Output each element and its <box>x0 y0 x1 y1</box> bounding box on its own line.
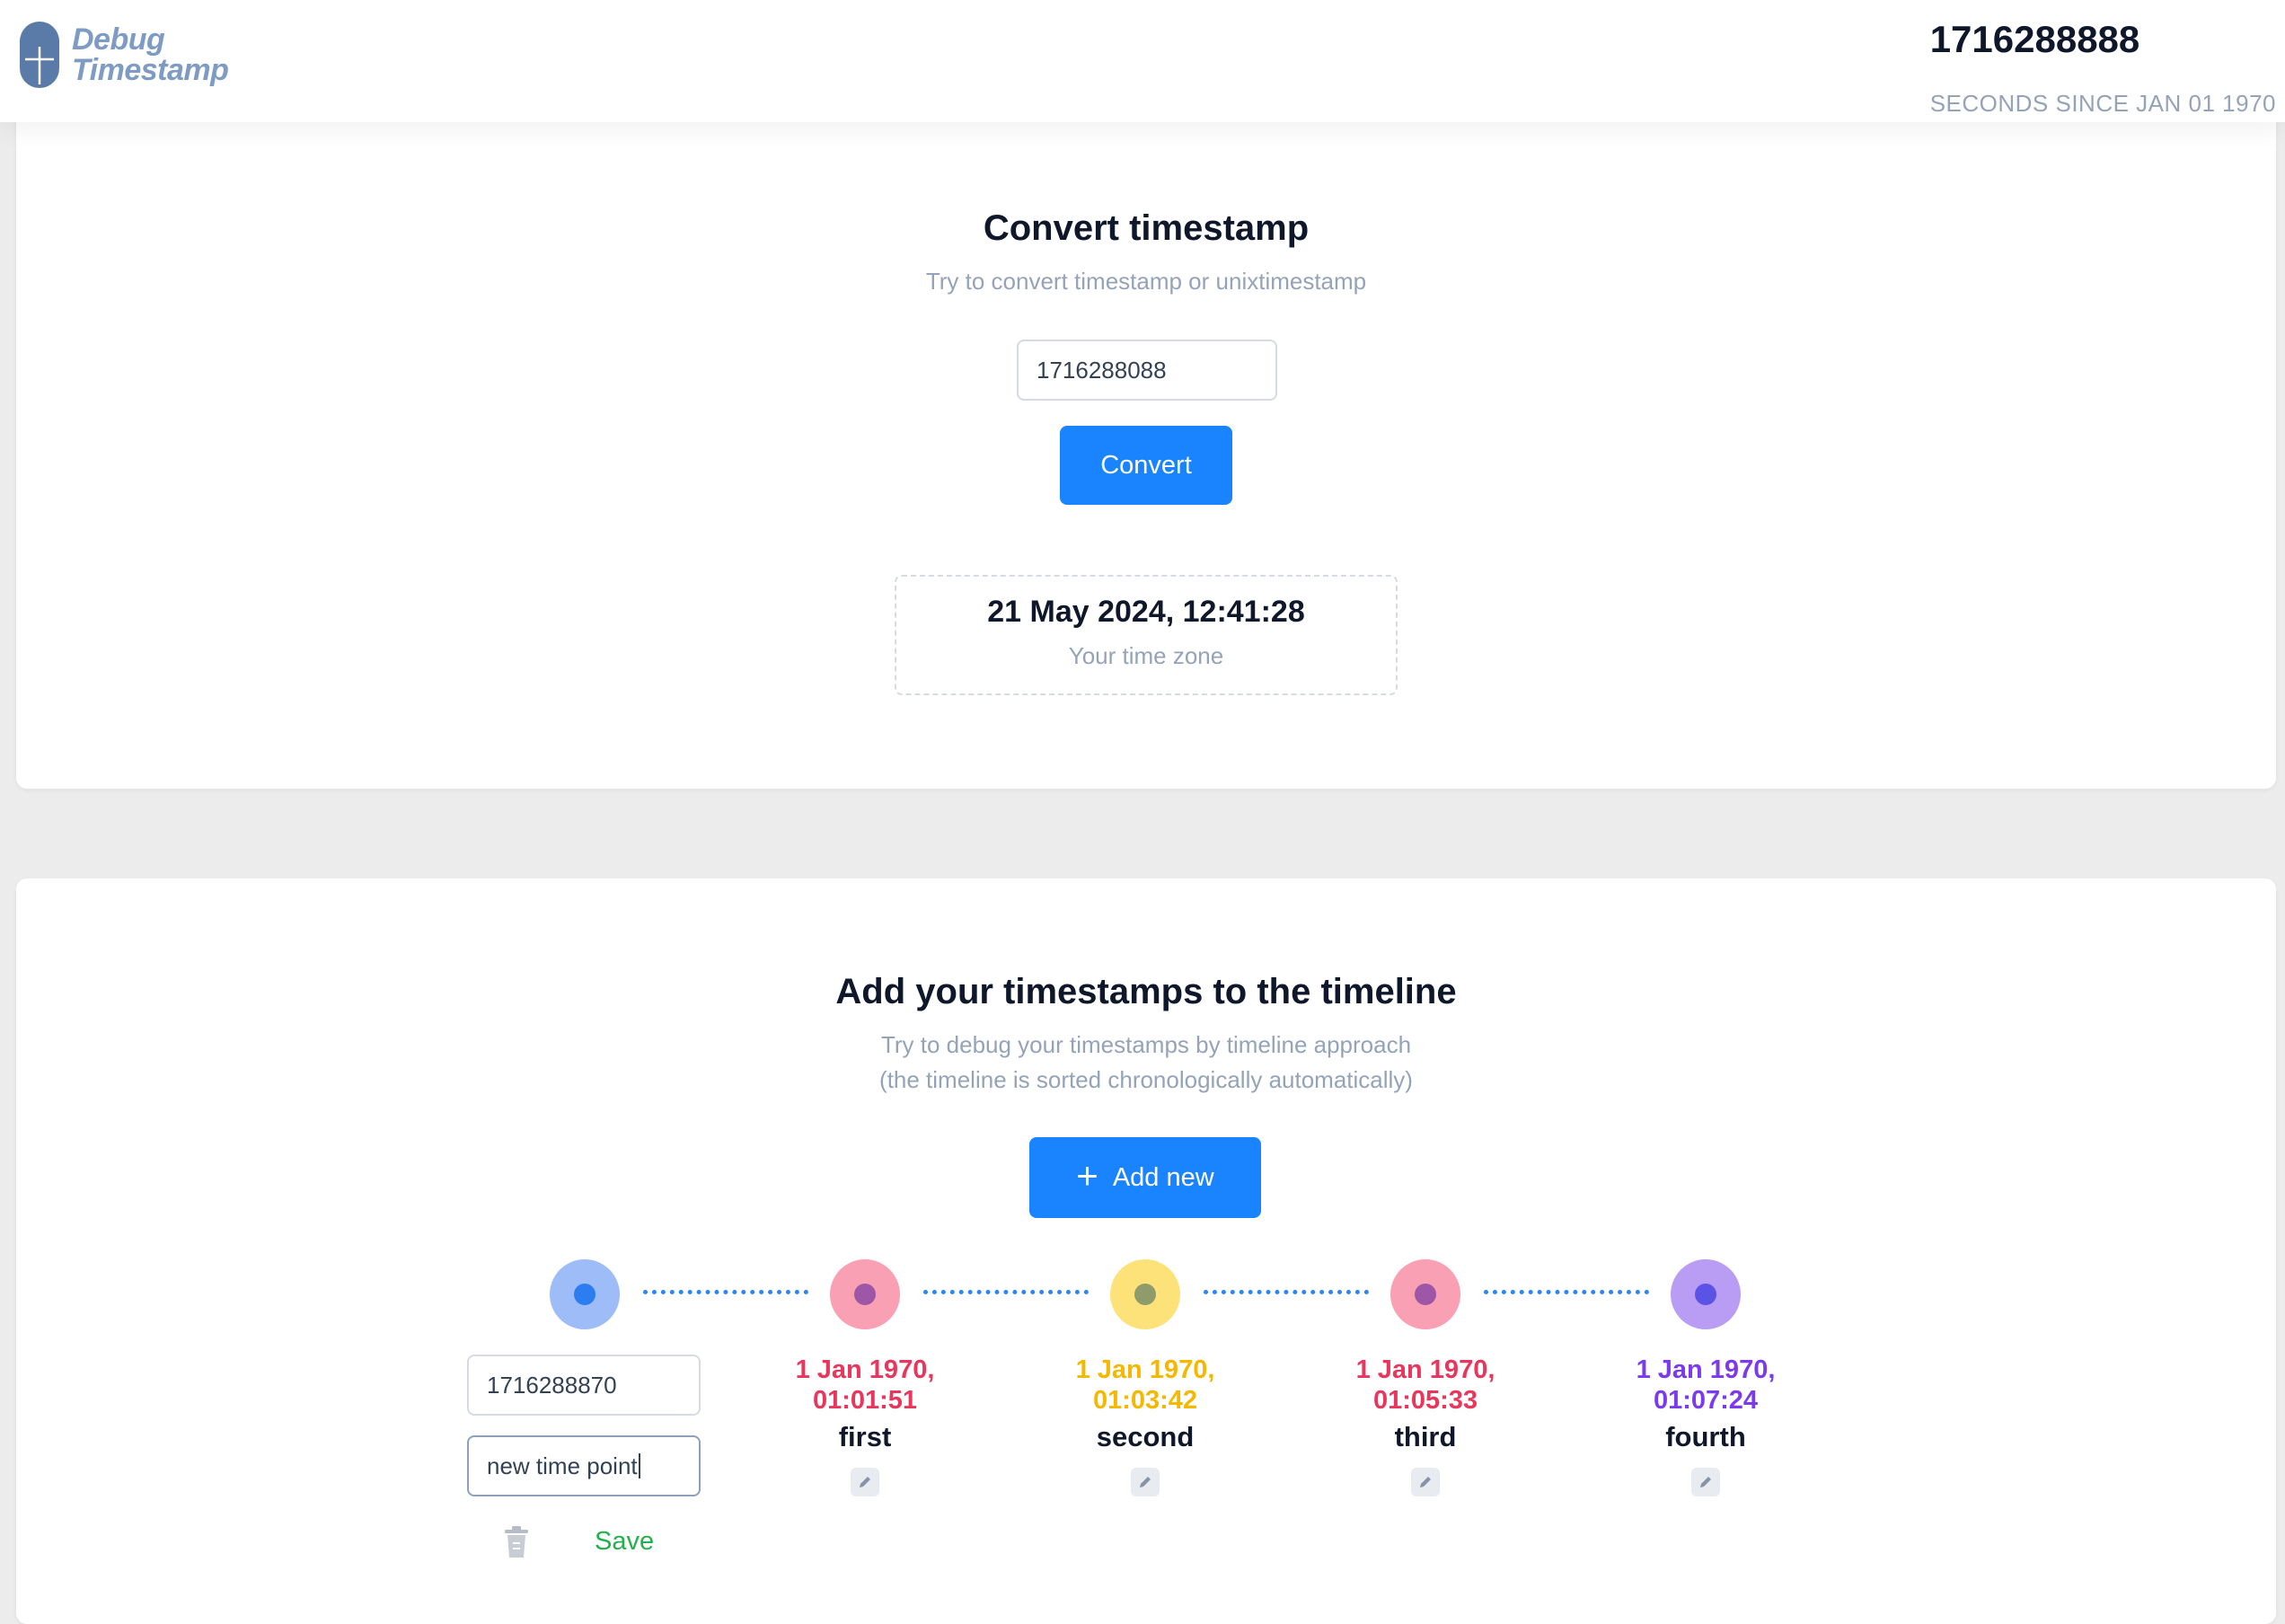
save-button[interactable]: Save <box>595 1527 654 1557</box>
new-point-name-input[interactable]: new time point <box>467 1435 701 1496</box>
top-header: Debug Timestamp 1716288888 SECONDS SINCE… <box>0 0 2285 122</box>
text-caret <box>638 1453 640 1479</box>
timeline-subtitle-line1: Try to debug your timestamps by timeline… <box>880 1031 1412 1058</box>
timeline-point-date: 1 Jan 1970, <box>1355 1355 1495 1384</box>
timeline-point-name: first <box>838 1421 892 1452</box>
timeline-point-marker[interactable] <box>1110 1259 1180 1329</box>
result-date: 21 May 2024, 12:41:28 <box>987 595 1305 629</box>
timeline-point: 1 Jan 1970, 01:01:51 first <box>766 1355 964 1453</box>
timeline-point-marker[interactable] <box>1390 1259 1460 1329</box>
timeline-point-date: 1 Jan 1970, <box>795 1355 935 1384</box>
timeline-point-dot <box>1695 1284 1716 1305</box>
timeline-point-dot <box>1415 1284 1436 1305</box>
new-point-timestamp-input[interactable]: 1716288870 <box>467 1355 701 1416</box>
edit-pencil-icon[interactable] <box>851 1468 879 1496</box>
timeline-connector <box>643 1290 808 1294</box>
add-new-label: Add new <box>1112 1162 1214 1192</box>
timeline-point-time: 01:01:51 <box>812 1386 918 1415</box>
timeline-point: 1 Jan 1970, 01:03:42 second <box>1046 1355 1244 1453</box>
timeline-subtitle-line2: (the timeline is sorted chronologically … <box>879 1066 1413 1093</box>
timeline-point-date: 1 Jan 1970, <box>1636 1355 1776 1384</box>
timeline-connector <box>923 1290 1089 1294</box>
timeline-card: Add your timestamps to the timeline Try … <box>16 878 2276 1624</box>
add-new-button[interactable]: + Add new <box>1029 1137 1261 1218</box>
conversion-result: 21 May 2024, 12:41:28 Your time zone <box>895 575 1398 695</box>
edit-pencil-icon[interactable] <box>1131 1468 1160 1496</box>
timeline-new-point-dot <box>574 1284 596 1305</box>
timeline-point-date: 1 Jan 1970, <box>1075 1355 1215 1384</box>
result-time-zone: Your time zone <box>1068 642 1224 669</box>
convert-card: Convert timestamp Try to convert timesta… <box>16 99 2276 789</box>
edit-pencil-icon[interactable] <box>1691 1468 1720 1496</box>
trash-icon[interactable] <box>501 1525 532 1559</box>
timeline-point-dot <box>854 1284 876 1305</box>
timeline-point-marker[interactable] <box>830 1259 900 1329</box>
timeline-point-time: 01:03:42 <box>1092 1386 1198 1415</box>
logo-text: Debug Timestamp <box>72 22 229 87</box>
current-timestamp-caption: SECONDS SINCE JAN 01 1970 <box>1929 90 2276 117</box>
timeline-point: 1 Jan 1970, 01:05:33 third <box>1327 1355 1524 1453</box>
current-timestamp: 1716288888 <box>1929 18 2140 60</box>
timeline-point-name: second <box>1096 1421 1195 1452</box>
logo-text-line2: Timestamp <box>72 53 229 87</box>
timeline-point-time: 01:07:24 <box>1653 1386 1759 1415</box>
timeline-point-name: third <box>1394 1421 1457 1452</box>
plus-icon: + <box>1076 1154 1098 1196</box>
timeline-point-marker[interactable] <box>1671 1259 1741 1329</box>
timeline-point-time: 01:05:33 <box>1372 1386 1478 1415</box>
timeline-point-name: fourth <box>1665 1421 1746 1452</box>
convert-subtitle: Try to convert timestamp or unixtimestam… <box>925 268 1367 295</box>
logo[interactable]: Debug Timestamp <box>18 20 229 90</box>
logo-mark-icon <box>20 22 59 88</box>
timeline-connector <box>1484 1290 1649 1294</box>
logo-text-line1: Debug <box>72 22 165 57</box>
timeline-point: 1 Jan 1970, 01:07:24 fourth <box>1607 1355 1804 1453</box>
convert-title: Convert timestamp <box>983 208 1310 248</box>
current-timestamp-block: 1716288888 SECONDS SINCE JAN 01 1970 <box>1930 18 2276 118</box>
edit-pencil-icon[interactable] <box>1411 1468 1440 1496</box>
timeline-new-point-marker <box>550 1259 620 1329</box>
convert-button[interactable]: Convert <box>1060 426 1232 505</box>
timeline-connector <box>1204 1290 1369 1294</box>
timestamp-input[interactable]: 1716288088 <box>1017 340 1277 401</box>
new-point-name-value: new time point <box>487 1452 638 1479</box>
timeline-point-dot <box>1134 1284 1156 1305</box>
timeline-title: Add your timestamps to the timeline <box>835 972 1457 1011</box>
